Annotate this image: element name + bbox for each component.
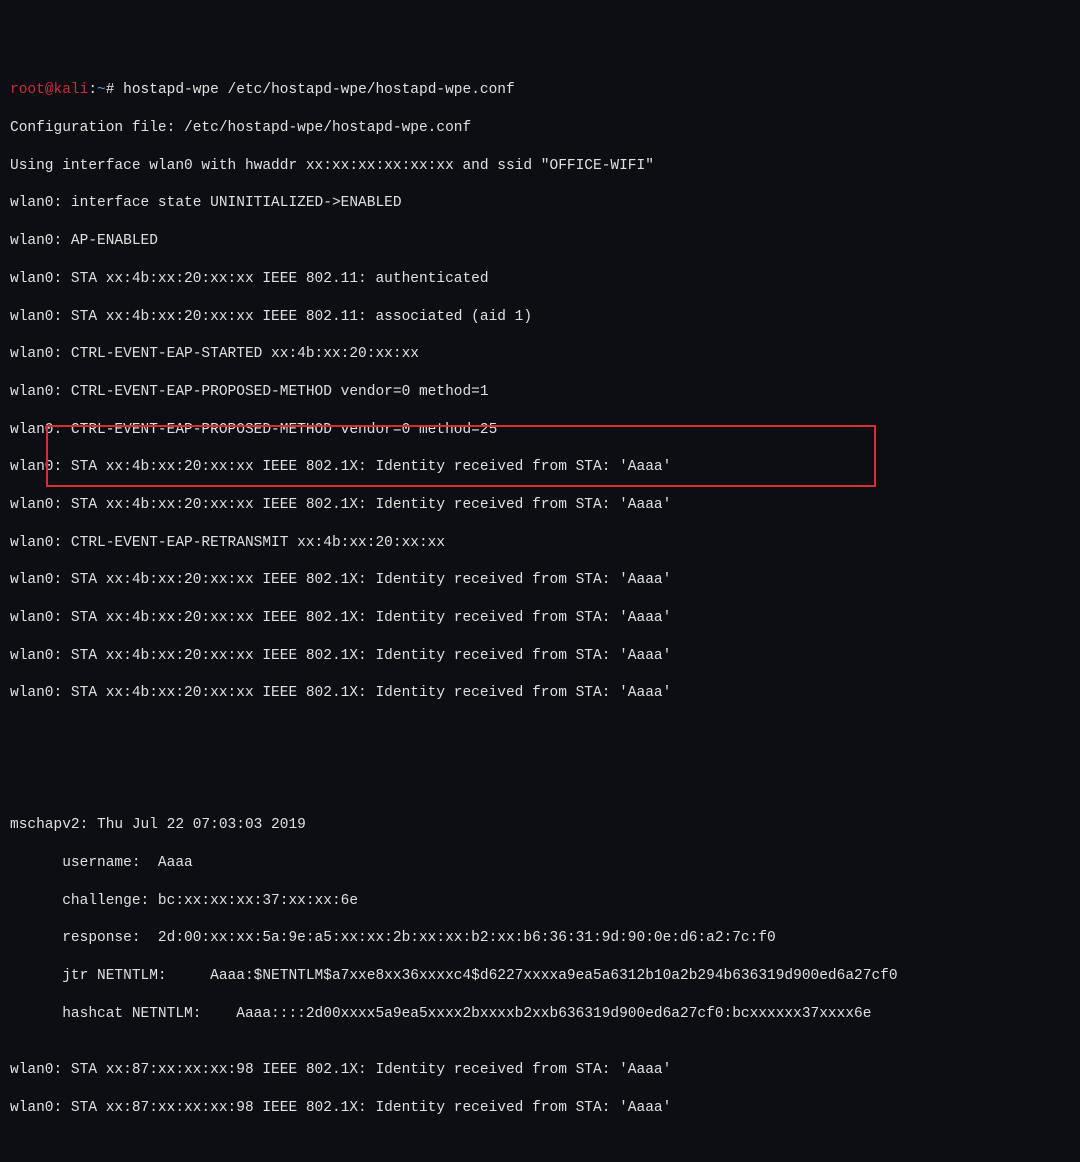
- output-line: wlan0: CTRL-EVENT-EAP-PROPOSED-METHOD ve…: [10, 421, 1070, 440]
- output-line: wlan0: STA xx:4b:xx:20:xx:xx IEEE 802.1X…: [10, 684, 1070, 703]
- output-line: Configuration file: /etc/hostapd-wpe/hos…: [10, 119, 1070, 138]
- mschap-username: username: Aaaa: [10, 854, 1070, 873]
- mschap-header: mschapv2: Thu Jul 22 07:03:03 2019: [10, 816, 1070, 835]
- output-line: wlan0: STA xx:4b:xx:20:xx:xx IEEE 802.11…: [10, 308, 1070, 327]
- prompt-at: @: [45, 82, 54, 98]
- output-blank: [10, 760, 1070, 779]
- output-line: wlan0: STA xx:87:xx:xx:xx:98 IEEE 802.1X…: [10, 1099, 1070, 1118]
- output-line: wlan0: CTRL-EVENT-EAP-RETRANSMIT xx:4b:x…: [10, 534, 1070, 553]
- mschap-challenge: challenge: bc:xx:xx:xx:37:xx:xx:6e: [10, 892, 1070, 911]
- prompt-host: kali: [54, 82, 89, 98]
- output-blank: [10, 722, 1070, 741]
- output-line: wlan0: CTRL-EVENT-EAP-STARTED xx:4b:xx:2…: [10, 345, 1070, 364]
- prompt-colon: :: [88, 82, 97, 98]
- output-line: wlan0: STA xx:4b:xx:20:xx:xx IEEE 802.1X…: [10, 647, 1070, 666]
- output-line: Using interface wlan0 with hwaddr xx:xx:…: [10, 157, 1070, 176]
- mschap-block: mschapv2: Thu Jul 22 07:03:03 2019 usern…: [10, 797, 1070, 1042]
- output-line: wlan0: STA xx:4b:xx:20:xx:xx IEEE 802.1X…: [10, 496, 1070, 515]
- output-line: wlan0: STA xx:4b:xx:20:xx:xx IEEE 802.1X…: [10, 458, 1070, 477]
- prompt-line[interactable]: root@kali:~# hostapd-wpe /etc/hostapd-wp…: [10, 81, 1070, 100]
- output-line: wlan0: STA xx:4b:xx:20:xx:xx IEEE 802.11…: [10, 270, 1070, 289]
- mschap-response: response: 2d:00:xx:xx:5a:9e:a5:xx:xx:2b:…: [10, 929, 1070, 948]
- command-text: [114, 82, 123, 98]
- command: hostapd-wpe /etc/hostapd-wpe/hostapd-wpe…: [123, 82, 515, 98]
- prompt-user: root: [10, 82, 45, 98]
- prompt-path: ~: [97, 82, 106, 98]
- output-line: wlan0: STA xx:4b:xx:20:xx:xx IEEE 802.1X…: [10, 609, 1070, 628]
- output-line: wlan0: STA xx:87:xx:xx:xx:98 IEEE 802.1X…: [10, 1061, 1070, 1080]
- mschap-hashcat: hashcat NETNTLM: Aaaa::::2d00xxxx5a9ea5x…: [10, 1005, 1070, 1024]
- output-line: wlan0: CTRL-EVENT-EAP-PROPOSED-METHOD ve…: [10, 383, 1070, 402]
- mschap-jtr: jtr NETNTLM: Aaaa:$NETNTLM$a7xxe8xx36xxx…: [10, 967, 1070, 986]
- output-line: wlan0: AP-ENABLED: [10, 232, 1070, 251]
- output-line: wlan0: interface state UNINITIALIZED->EN…: [10, 194, 1070, 213]
